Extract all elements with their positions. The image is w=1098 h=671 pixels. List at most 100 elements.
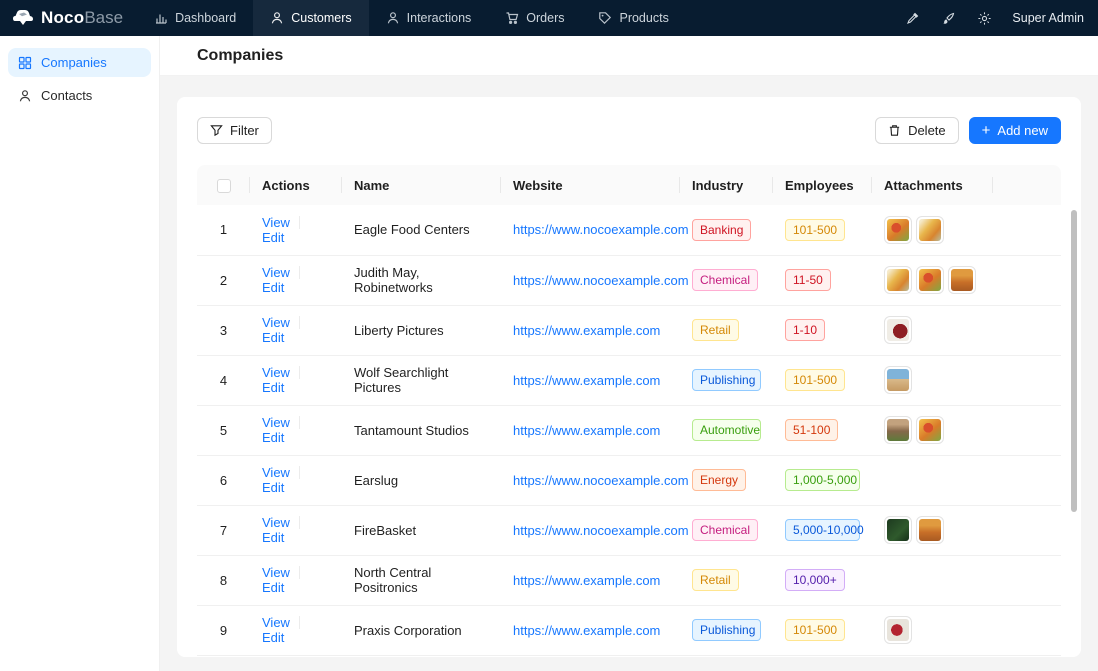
view-link[interactable]: View [262,415,290,430]
attachment-thumbnail-fruit2[interactable] [916,216,944,244]
edit-link[interactable]: Edit [262,380,284,395]
action-divider [299,416,300,429]
edit-link[interactable]: Edit [262,480,284,495]
edit-link[interactable]: Edit [262,230,284,245]
view-link[interactable]: View [262,215,290,230]
table-row: 5 ViewEdit Tantamount Studios https://ww… [197,405,1061,455]
attachment-thumbnail-desert[interactable] [916,516,944,544]
website-link[interactable]: https://www.nocoexample.com [513,222,689,237]
attachment-thumbnail-desert[interactable] [948,266,976,294]
nav-item-customers[interactable]: Customers [253,0,368,36]
products-icon [598,11,612,25]
view-link[interactable]: View [262,365,290,380]
page-title: Companies [197,47,283,65]
attachments-cell [884,516,981,544]
edit-link[interactable]: Edit [262,430,284,445]
vertical-scrollbar[interactable] [1071,210,1077,512]
nav-item-dashboard[interactable]: Dashboard [137,0,253,36]
edit-link[interactable]: Edit [262,330,284,345]
column-header-industry: Industry [680,165,773,205]
table-toolbar: Filter Delete + Add new [197,117,1061,144]
content-area: Filter Delete + Add new [160,76,1098,671]
edit-link[interactable]: Edit [262,280,284,295]
industry-tag: Energy [692,469,746,491]
row-index[interactable]: 1 [220,222,227,237]
table-card: Filter Delete + Add new [177,97,1081,657]
attachment-thumbnail-foliage[interactable] [884,516,912,544]
column-header-name: Name [342,165,501,205]
row-index[interactable]: 8 [220,573,227,588]
brand-name-bold: Noco [41,8,84,28]
interactions-icon [386,11,400,25]
company-name: Judith May, Robinetworks [354,265,433,295]
nocobase-logo[interactable]: NocoBase [0,0,137,36]
employees-tag: 101-500 [785,369,845,391]
highlighter-icon [905,11,920,26]
brush-icon [941,11,956,26]
filter-button[interactable]: Filter [197,117,272,144]
row-index[interactable]: 7 [220,523,227,538]
ui-editor-button[interactable] [898,4,926,32]
column-header-actions: Actions [250,165,342,205]
attachment-image [951,269,973,291]
nav-item-interactions[interactable]: Interactions [369,0,489,36]
view-link[interactable]: View [262,265,290,280]
website-link[interactable]: https://www.nocoexample.com [513,273,689,288]
row-index[interactable]: 5 [220,423,227,438]
view-link[interactable]: View [262,465,290,480]
view-link[interactable]: View [262,515,290,530]
edit-link[interactable]: Edit [262,530,284,545]
employees-tag: 1-10 [785,319,825,341]
website-link[interactable]: https://www.example.com [513,623,660,638]
view-link[interactable]: View [262,565,290,580]
website-link[interactable]: https://www.example.com [513,373,660,388]
user-menu[interactable]: Super Admin [1006,11,1084,25]
action-divider [299,366,300,379]
attachment-thumbnail-fruit2[interactable] [884,266,912,294]
select-all-checkbox[interactable] [217,179,231,193]
attachments-cell [884,366,981,394]
nav-item-label: Products [619,11,668,25]
nav-item-products[interactable]: Products [581,0,685,36]
add-new-button[interactable]: + Add new [969,117,1061,144]
attachment-thumbnail-fruit1[interactable] [916,416,944,444]
attachment-image [919,519,941,541]
attachment-thumbnail-trees[interactable] [884,416,912,444]
website-link[interactable]: https://www.nocoexample.com [513,473,689,488]
delete-button[interactable]: Delete [875,117,959,144]
theme-editor-button[interactable] [934,4,962,32]
company-name: Earslug [354,473,398,488]
industry-tag: Publishing [692,369,761,391]
row-index[interactable]: 4 [220,373,227,388]
industry-tag: Retail [692,569,739,591]
website-link[interactable]: https://www.nocoexample.com [513,523,689,538]
attachments-cell [884,416,981,444]
row-index[interactable]: 6 [220,473,227,488]
attachment-thumbnail-berries[interactable] [884,316,912,344]
row-index[interactable]: 3 [220,323,227,338]
edit-link[interactable]: Edit [262,580,284,595]
sidebar-item-contacts[interactable]: Contacts [8,81,151,110]
nav-item-label: Orders [526,11,564,25]
row-index[interactable]: 9 [220,623,227,638]
website-link[interactable]: https://www.example.com [513,323,660,338]
attachment-thumbnail-flowers[interactable] [884,616,912,644]
sidebar-item-label: Companies [41,55,107,70]
sidebar-item-companies[interactable]: Companies [8,48,151,77]
edit-link[interactable]: Edit [262,630,284,645]
attachment-thumbnail-fruit1[interactable] [916,266,944,294]
view-link[interactable]: View [262,315,290,330]
page-header: Companies [160,36,1098,76]
website-link[interactable]: https://www.example.com [513,573,660,588]
column-header-website: Website [501,165,680,205]
row-index[interactable]: 2 [220,273,227,288]
industry-tag: Retail [692,319,739,341]
main-menu: Dashboard Customers Interactions Orders … [137,0,686,36]
attachment-thumbnail-beach[interactable] [884,366,912,394]
nav-item-orders[interactable]: Orders [488,0,581,36]
attachment-thumbnail-fruit1[interactable] [884,216,912,244]
website-link[interactable]: https://www.example.com [513,423,660,438]
view-link[interactable]: View [262,615,290,630]
attachment-image [887,369,909,391]
settings-button[interactable] [970,4,998,32]
